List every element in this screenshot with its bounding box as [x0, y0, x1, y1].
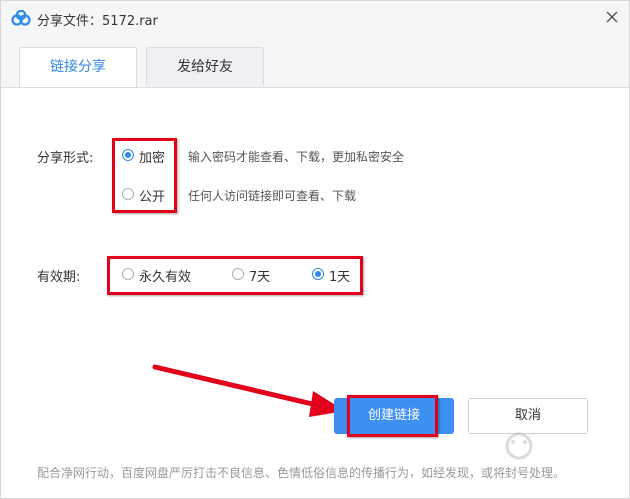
watermark-logo-icon: [505, 432, 533, 460]
public-description: 任何人访问链接即可查看、下载: [188, 189, 357, 203]
footer-notice: 配合净网行动，百度网盘严厉打击不良信息、色情低俗信息的传播行为，如经发现，或将封…: [37, 466, 566, 480]
annotation-arrow-icon: [152, 364, 345, 417]
encrypted-description: 输入密码才能查看、下载，更加私密安全: [188, 150, 405, 164]
share-form-label: 分享形式:: [37, 151, 94, 166]
baidu-netdisk-logo-icon: [11, 10, 31, 26]
window-title: 分享文件：5172.rar: [37, 14, 158, 29]
close-icon[interactable]: [601, 6, 623, 28]
annotation-box-create-button: [347, 395, 438, 437]
tab-bar: 链接分享 发给好友: [1, 37, 629, 88]
title-bar: 分享文件：5172.rar: [1, 1, 629, 37]
tab-send-to-friend[interactable]: 发给好友: [146, 47, 264, 86]
share-dialog: 分享文件：5172.rar 链接分享 发给好友 分享形式: 加密 输入密码才能查…: [0, 0, 630, 499]
validity-label: 有效期:: [37, 270, 81, 285]
annotation-box-validity: [107, 256, 363, 295]
tab-link-share[interactable]: 链接分享: [19, 47, 137, 87]
annotation-box-share-form: [112, 138, 177, 213]
